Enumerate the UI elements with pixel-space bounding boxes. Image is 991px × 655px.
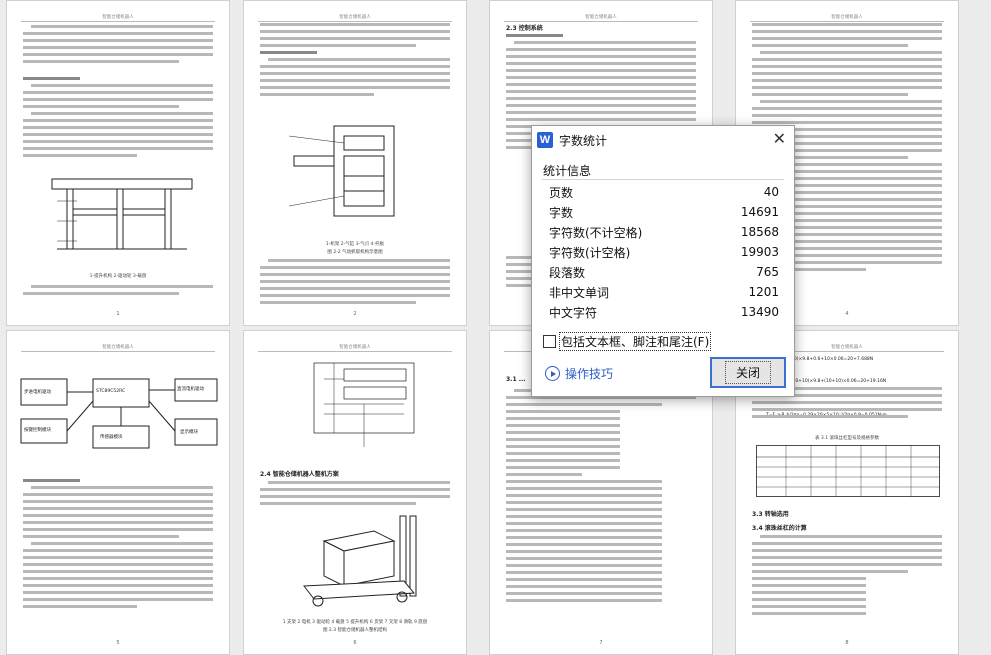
stat-row-non-chinese-words: 非中文单词 1201: [549, 282, 779, 302]
stat-row-paragraphs: 段落数 765: [549, 262, 779, 282]
statistics-list: 页数 40 字数 14691 字符数(不计空格) 18568 字符数(计空格) 1990…: [549, 182, 779, 322]
section-heading: 2.3 控制系统: [506, 25, 543, 32]
stat-row-chars-no-spaces: 字符数(不计空格) 18568: [549, 222, 779, 242]
page-number: 1: [116, 311, 120, 317]
page-number: 8: [845, 640, 849, 646]
page-header: 智能仓储机器人: [258, 14, 452, 22]
page-header: 智能仓储机器人: [750, 14, 944, 22]
document-page: 智能仓储机器人 1-机架 2-气缸 3-气爪 4-托板 图 2-2 气动抓取机构…: [243, 0, 467, 326]
tips-label[interactable]: 操作技巧: [565, 365, 613, 382]
document-page: 智能仓储机器人 1-提升机构 2-驱动轮 3-载盘 1: [6, 0, 230, 326]
block-main-label: STC89C52RC: [96, 389, 126, 394]
include-textbox-footnotes-checkbox[interactable]: 包括文本框、脚注和尾注(F): [543, 332, 712, 351]
figure-parts-caption: 1 支架 2 电机 3 驱动轮 4 载盘 5 提升机构 6 货架 7 叉架 8 …: [282, 620, 428, 625]
stat-label: 中文字符: [549, 305, 598, 320]
play-circle-icon: [545, 366, 560, 381]
page-number: 2: [353, 311, 357, 317]
stat-label: 页数: [549, 185, 574, 200]
stat-label: 字符数(不计空格): [549, 225, 643, 240]
stat-value: 19903: [740, 245, 779, 259]
stat-row-pages: 页数 40: [549, 182, 779, 202]
page-number: 5: [116, 640, 120, 646]
stat-value: 40: [763, 185, 779, 199]
stat-value: 1201: [748, 285, 779, 299]
robot-structure-figure: [303, 515, 417, 607]
close-button[interactable]: 关闭: [710, 357, 786, 388]
block-bottom-left-label: 按键控制模块: [24, 428, 51, 433]
stat-label: 非中文单词: [549, 285, 610, 300]
circuit-schematic: [313, 362, 415, 447]
section-heading: 3.1 ...: [506, 376, 526, 383]
checkbox-box[interactable]: [543, 335, 556, 348]
statistics-section-label: 统计信息: [543, 164, 592, 178]
block-top-label: 传感器模块: [100, 435, 123, 440]
page-header: 智能仓储机器人: [21, 344, 215, 352]
ball-screw-table: [756, 445, 940, 497]
table-title: 表 3.1 滚珠丝杠型号及规格参数: [814, 436, 880, 441]
pneumatic-gripper-figure: [288, 125, 395, 217]
page-number: 7: [599, 640, 603, 646]
figure-caption: 图 2.3 智能仓储机器人整机结构: [322, 628, 388, 633]
page-header: 智能仓储机器人: [21, 14, 215, 22]
word-count-dialog: W 字数统计 ✕ 统计信息 页数 40 字数 14691 字符数(不计空格) 1856…: [531, 125, 795, 397]
tips-link[interactable]: 操作技巧: [545, 365, 613, 382]
close-icon[interactable]: ✕: [773, 129, 786, 149]
stat-value: 765: [756, 265, 779, 279]
dialog-title: 字数统计: [559, 134, 608, 148]
block-right-label: 直流电机驱动: [177, 387, 204, 392]
page-header: 智能仓储机器人: [504, 14, 698, 22]
stat-value: 18568: [740, 225, 779, 239]
wps-writer-icon: W: [537, 132, 553, 148]
stat-value: 13490: [740, 305, 779, 319]
stat-row-chinese-chars: 中文字符 13490: [549, 302, 779, 322]
dialog-title-bar[interactable]: W 字数统计 ✕: [532, 126, 794, 154]
stat-row-words: 字数 14691: [549, 202, 779, 222]
page-number: 6: [353, 640, 357, 646]
stat-row-chars-with-spaces: 字符数(计空格) 19903: [549, 242, 779, 262]
section-heading: 3.4 滚珠丝杠的计算: [752, 525, 807, 532]
close-button-label: 关闭: [724, 361, 771, 384]
checkbox-label[interactable]: 包括文本框、脚注和尾注(F): [558, 332, 712, 351]
block-left-label: 步进电机驱动: [24, 390, 51, 395]
section-divider: [542, 179, 784, 180]
page-header: 智能仓储机器人: [258, 344, 452, 352]
document-page: 智能仓储机器人 2.4 智能仓储机器人整机方案 1 支架 2 电机 3 驱动轮 …: [243, 330, 467, 655]
lift-mechanism-figure: [51, 178, 193, 250]
stat-label: 字数: [549, 205, 574, 220]
section-heading: 3.3 转轴选用: [752, 511, 789, 518]
document-page: 智能仓储机器人 STC89C52RC 步进电机驱动 直流电机驱动 传感器模块 按…: [6, 330, 230, 655]
section-heading: 2.4 智能仓储机器人整机方案: [260, 471, 339, 478]
stat-value: 14691: [740, 205, 779, 219]
stat-label: 段落数: [549, 265, 586, 280]
stat-label: 字符数(计空格): [549, 245, 631, 260]
block-bottom-right-label: 显示模块: [180, 430, 198, 435]
